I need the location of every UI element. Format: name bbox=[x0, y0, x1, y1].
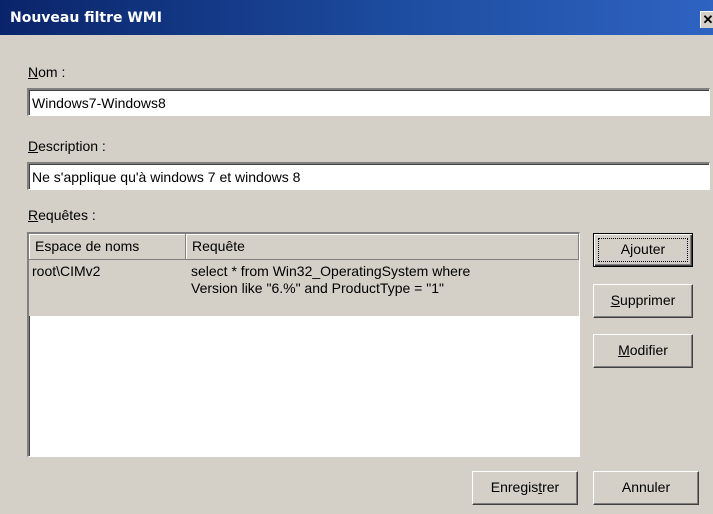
edit-button-label: Modifier bbox=[618, 342, 668, 358]
name-field-box bbox=[27, 88, 710, 116]
queries-list-header: Espace de noms Requête bbox=[29, 234, 579, 260]
name-input[interactable] bbox=[29, 90, 709, 115]
title-bar[interactable]: Nouveau filtre WMI ✕ bbox=[0, 0, 713, 35]
namespace-cell: root\CIMv2 bbox=[32, 263, 101, 279]
queries-label: Requêtes : bbox=[28, 207, 96, 223]
edit-button[interactable]: Modifier bbox=[593, 334, 693, 368]
column-header-namespace[interactable]: Espace de noms bbox=[29, 234, 186, 260]
focus-rectangle bbox=[598, 238, 688, 262]
query-line-1: select * from Win32_OperatingSystem wher… bbox=[191, 263, 471, 279]
delete-button[interactable]: Supprimer bbox=[593, 284, 693, 318]
name-label: Nom : bbox=[28, 64, 66, 80]
close-icon[interactable]: ✕ bbox=[700, 11, 713, 28]
cancel-button-label: Annuler bbox=[621, 479, 671, 495]
add-button[interactable]: Ajouter bbox=[593, 233, 693, 267]
delete-button-label: Supprimer bbox=[610, 292, 676, 308]
description-field-box bbox=[27, 162, 710, 190]
query-cell: select * from Win32_OperatingSystem wher… bbox=[186, 260, 579, 316]
column-header-query[interactable]: Requête bbox=[186, 234, 579, 260]
description-input[interactable] bbox=[29, 164, 709, 189]
save-button[interactable]: Enregistrer bbox=[472, 471, 578, 505]
dialog-title: Nouveau filtre WMI bbox=[10, 10, 162, 26]
wmi-filter-dialog: Nouveau filtre WMI ✕ Nom : Description :… bbox=[0, 0, 713, 514]
description-label: Description : bbox=[28, 138, 106, 154]
save-button-label: Enregistrer bbox=[490, 479, 560, 495]
queries-list[interactable]: Espace de noms Requête root\CIMv2 select… bbox=[27, 232, 580, 457]
table-row[interactable]: root\CIMv2 select * from Win32_Operating… bbox=[29, 260, 579, 316]
cancel-button[interactable]: Annuler bbox=[593, 471, 699, 505]
query-line-2: Version like "6.%" and ProductType = "1" bbox=[191, 280, 444, 296]
